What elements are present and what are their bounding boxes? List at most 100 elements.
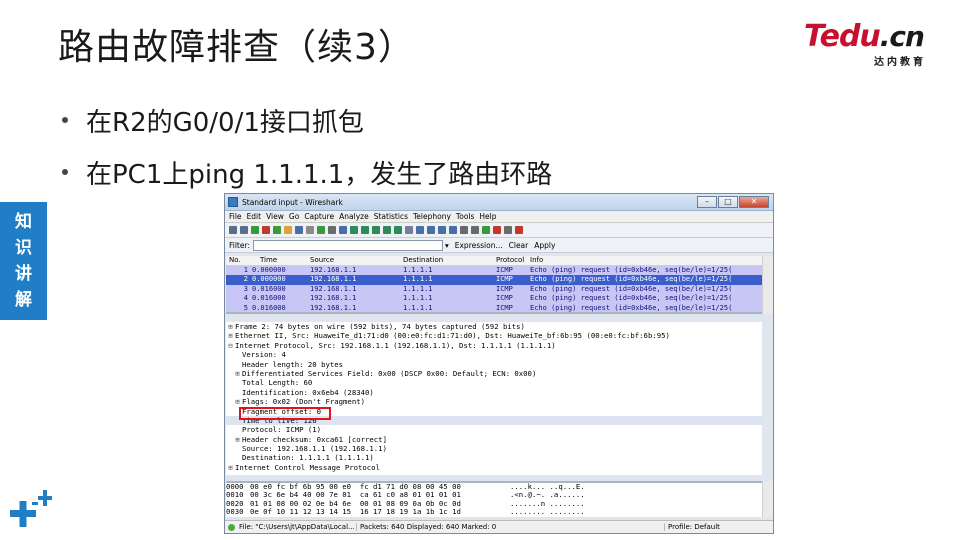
menu-telephony[interactable]: Telephony [413, 212, 451, 221]
interfaces-icon[interactable] [229, 226, 237, 234]
colorize-icon[interactable] [405, 226, 413, 234]
packet-no: 1 [243, 265, 248, 274]
filter-dropdown-icon[interactable]: ▾ [445, 241, 449, 250]
bullet-list: 在R2的G0/0/1接口抓包 在PC1上ping 1.1.1.1，发生了路由环路 [62, 94, 552, 198]
zoom-out-icon[interactable] [438, 226, 446, 234]
packet-row[interactable]: 1 0.000000 192.168.1.1 1.1.1.1 ICMP Echo (pin… [226, 265, 762, 275]
detail-ip[interactable]: ⊟ Internet Protocol, Src: 192.168.1.1 (19… [226, 341, 762, 350]
menu-bar: File Edit View Go Capture Analyze Statis… [225, 211, 773, 223]
zoom-in-icon[interactable] [427, 226, 435, 234]
status-bar: File: "C:\Users\jt\AppData\Local... Pack… [225, 520, 773, 533]
menu-edit[interactable]: Edit [247, 212, 262, 221]
print-icon[interactable] [328, 226, 336, 234]
display-filters-icon[interactable] [482, 226, 490, 234]
packet-no: 3 [243, 284, 248, 293]
detail-protocol[interactable]: Protocol: ICMP (1) [226, 425, 762, 434]
expression-button[interactable]: Expression... [455, 241, 503, 250]
coloring-rules-icon[interactable] [493, 226, 501, 234]
go-last-icon[interactable] [394, 226, 402, 234]
detail-text: Identification: 0x6eb4 (28340) [242, 387, 374, 397]
start-capture-icon[interactable] [251, 226, 259, 234]
packet-row-selected[interactable]: 2 0.000000 192.168.1.1 1.1.1.1 ICMP Echo (pin… [226, 275, 762, 285]
packet-row[interactable]: 5 0.016000 192.168.1.1 1.1.1.1 ICMP Echo (pin… [226, 303, 762, 312]
hex-pane-scrollbar[interactable] [762, 481, 773, 517]
col-info[interactable]: Info [530, 256, 762, 265]
packet-row[interactable]: 4 0.016000 192.168.1.1 1.1.1.1 ICMP Echo (pin… [226, 294, 762, 304]
auto-scroll-icon[interactable] [416, 226, 424, 234]
hex-offset: 0030 [226, 506, 244, 516]
close-icon[interactable]: ✕ [739, 196, 769, 208]
options-icon[interactable] [240, 226, 248, 234]
go-to-packet-icon[interactable] [372, 226, 380, 234]
expand-icon[interactable]: ⊞ [226, 463, 235, 472]
side-tag-char: 知 [15, 212, 32, 232]
expand-icon[interactable]: ⊞ [233, 397, 242, 406]
go-back-icon[interactable] [350, 226, 358, 234]
col-no[interactable]: No. [226, 256, 252, 265]
detail-source[interactable]: Source: 192.168.1.1 (192.168.1.1) [226, 444, 762, 453]
collapse-icon[interactable]: ⊟ [226, 341, 235, 350]
packet-details: ⊞ Frame 2: 74 bytes on wire (592 bits), 7… [226, 322, 762, 475]
detail-destination[interactable]: Destination: 1.1.1.1 (1.1.1.1) [226, 453, 762, 462]
menu-statistics[interactable]: Statistics [374, 212, 408, 221]
window-titlebar[interactable]: Standard input - Wireshark – □ ✕ [225, 194, 773, 211]
go-first-icon[interactable] [383, 226, 391, 234]
menu-file[interactable]: File [229, 212, 242, 221]
detail-text: Protocol: ICMP (1) [242, 425, 322, 435]
detail-header-length[interactable]: Header length: 20 bytes [226, 360, 762, 369]
resize-columns-icon[interactable] [460, 226, 468, 234]
detail-text: Total Length: 60 [242, 378, 313, 388]
packet-list-scrollbar[interactable] [762, 256, 773, 314]
clear-button[interactable]: Clear [509, 241, 529, 250]
save-file-icon[interactable] [295, 226, 303, 234]
detail-text: Frame 2: 74 bytes on wire (592 bits), 74… [235, 322, 525, 331]
preferences-icon[interactable] [504, 226, 512, 234]
capture-filters-icon[interactable] [471, 226, 479, 234]
filter-input[interactable] [252, 239, 443, 251]
close-file-icon[interactable] [306, 226, 314, 234]
detail-dsf[interactable]: ⊞ Differentiated Services Field: 0x00 (DS… [226, 369, 762, 378]
maximize-icon[interactable]: □ [718, 196, 738, 208]
menu-capture[interactable]: Capture [304, 212, 334, 221]
col-destination[interactable]: Destination [403, 256, 496, 265]
expand-icon[interactable]: ⊞ [233, 369, 242, 378]
detail-version[interactable]: Version: 4 [226, 350, 762, 359]
detail-ethernet[interactable]: ⊞ Ethernet II, Src: HuaweiTe_d1:71:d0 (00… [226, 331, 762, 340]
detail-total-length[interactable]: Total Length: 60 [226, 378, 762, 387]
expand-icon[interactable]: ⊞ [226, 322, 235, 331]
packet-time: 0.000000 [252, 275, 286, 283]
packet-row[interactable]: 3 0.016000 192.168.1.1 1.1.1.1 ICMP Echo (pin… [226, 284, 762, 294]
apply-button[interactable]: Apply [534, 241, 555, 250]
help-icon[interactable] [515, 226, 523, 234]
menu-go[interactable]: Go [289, 212, 299, 221]
hex-line[interactable]: 0030 0e 0f 10 11 12 13 14 15 16 17 18 19 … [226, 506, 762, 516]
detail-identification[interactable]: Identification: 0x6eb4 (28340) [226, 388, 762, 397]
expand-icon[interactable]: ⊞ [226, 331, 235, 340]
restart-capture-icon[interactable] [273, 226, 281, 234]
detail-frame[interactable]: ⊞ Frame 2: 74 bytes on wire (592 bits), 7… [226, 322, 762, 331]
go-forward-icon[interactable] [361, 226, 369, 234]
reload-icon[interactable] [317, 226, 325, 234]
menu-help[interactable]: Help [479, 212, 496, 221]
status-profile[interactable]: Profile: Default [665, 523, 720, 531]
stop-capture-icon[interactable] [262, 226, 270, 234]
menu-tools[interactable]: Tools [456, 212, 474, 221]
detail-text: Source: 192.168.1.1 (192.168.1.1) [242, 444, 387, 454]
col-time[interactable]: Time [252, 256, 310, 265]
plus-logo-icon [10, 490, 52, 527]
status-file[interactable]: File: "C:\Users\jt\AppData\Local... [225, 523, 357, 531]
detail-text: Internet Protocol, Src: 192.168.1.1 (192… [235, 340, 556, 350]
detail-flags[interactable]: ⊞ Flags: 0x02 (Don't Fragment) [226, 397, 762, 406]
expand-icon[interactable]: ⊞ [233, 435, 242, 444]
zoom-normal-icon[interactable] [449, 226, 457, 234]
detail-checksum[interactable]: ⊞ Header checksum: 0xca61 [correct] [226, 435, 762, 444]
menu-view[interactable]: View [266, 212, 284, 221]
col-source[interactable]: Source [310, 256, 403, 265]
minimize-icon[interactable]: – [697, 196, 717, 208]
packet-source: 192.168.1.1 [310, 303, 357, 312]
open-file-icon[interactable] [284, 226, 292, 234]
menu-analyze[interactable]: Analyze [339, 212, 369, 221]
detail-icmp[interactable]: ⊞ Internet Control Message Protocol [226, 463, 762, 472]
find-icon[interactable] [339, 226, 347, 234]
col-protocol[interactable]: Protocol [496, 256, 530, 265]
